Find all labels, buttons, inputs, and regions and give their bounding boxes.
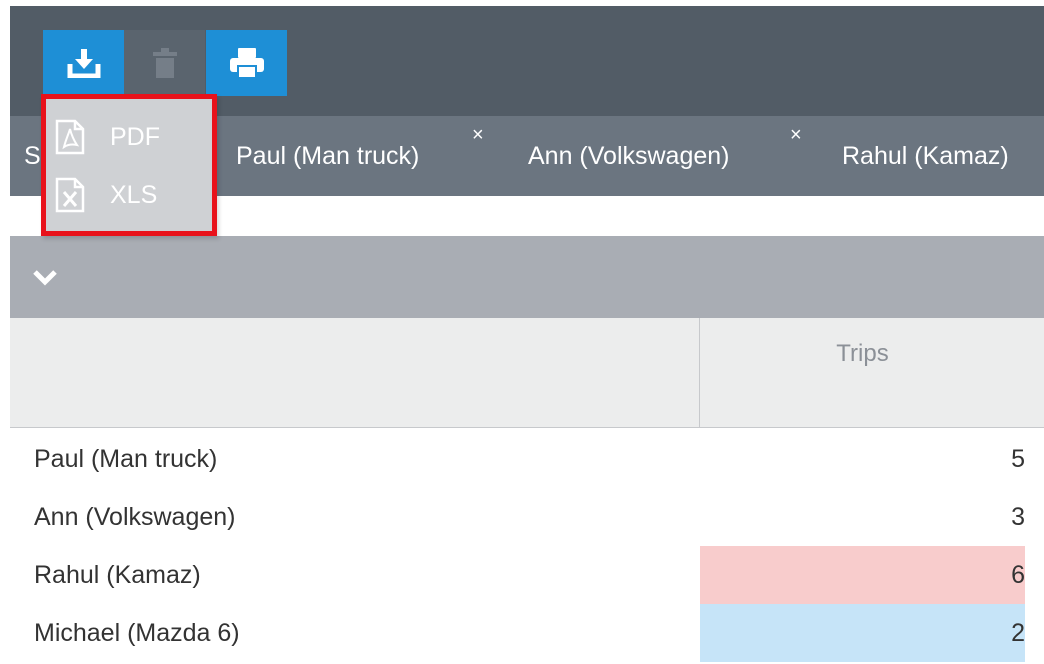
- tab-label: Rahul (Kamaz): [842, 141, 1009, 170]
- column-header-trips[interactable]: Trips: [700, 340, 1025, 368]
- trips-value: 6: [1011, 561, 1025, 589]
- printer-icon: [229, 48, 264, 79]
- delete-button[interactable]: [124, 30, 205, 96]
- trips-value: 5: [1011, 445, 1025, 473]
- tab-rahul[interactable]: Rahul (Kamaz): [842, 116, 1009, 196]
- print-button[interactable]: [206, 30, 287, 96]
- table-row: Ann (Volkswagen) 3: [10, 488, 1044, 546]
- table-row: Michael (Mazda 6) 2: [10, 604, 1044, 662]
- table-row: Paul (Man truck) 5: [10, 430, 1044, 488]
- export-menu: PDF XLS: [41, 94, 217, 236]
- export-button[interactable]: [43, 30, 124, 96]
- row-name: Paul (Man truck): [34, 445, 218, 473]
- trash-icon: [152, 48, 177, 78]
- pdf-file-icon: [52, 116, 88, 158]
- filter-bar: [10, 236, 1044, 318]
- tab-hidden[interactable]: S: [24, 116, 41, 196]
- xls-file-icon: [52, 174, 88, 216]
- trips-cell: 3: [700, 488, 1025, 546]
- trips-value: 2: [1011, 619, 1025, 647]
- tab-label: S: [24, 141, 41, 170]
- column-divider: [699, 318, 700, 428]
- row-name: Ann (Volkswagen): [34, 503, 236, 531]
- trips-cell: 2: [700, 604, 1025, 662]
- chevron-down-icon[interactable]: [30, 262, 60, 292]
- download-icon: [67, 49, 100, 78]
- tab-paul[interactable]: Paul (Man truck) ×: [236, 116, 484, 196]
- export-pdf-item[interactable]: PDF: [52, 113, 212, 161]
- trips-cell: 5: [700, 430, 1025, 488]
- table-row: Rahul (Kamaz) 6: [10, 546, 1044, 604]
- export-xls-label: XLS: [110, 180, 158, 209]
- row-name: Michael (Mazda 6): [34, 619, 240, 647]
- tab-label: Ann (Volkswagen): [528, 141, 730, 170]
- row-name: Rahul (Kamaz): [34, 561, 201, 589]
- trips-value: 3: [1011, 503, 1025, 531]
- tab-ann[interactable]: Ann (Volkswagen) ×: [528, 116, 802, 196]
- tab-label: Paul (Man truck): [236, 141, 420, 170]
- export-pdf-label: PDF: [110, 122, 160, 151]
- table-header: Trips: [10, 318, 1044, 428]
- close-icon[interactable]: ×: [790, 124, 802, 147]
- close-icon[interactable]: ×: [472, 124, 484, 147]
- export-xls-item[interactable]: XLS: [52, 171, 212, 219]
- trips-cell: 6: [700, 546, 1025, 604]
